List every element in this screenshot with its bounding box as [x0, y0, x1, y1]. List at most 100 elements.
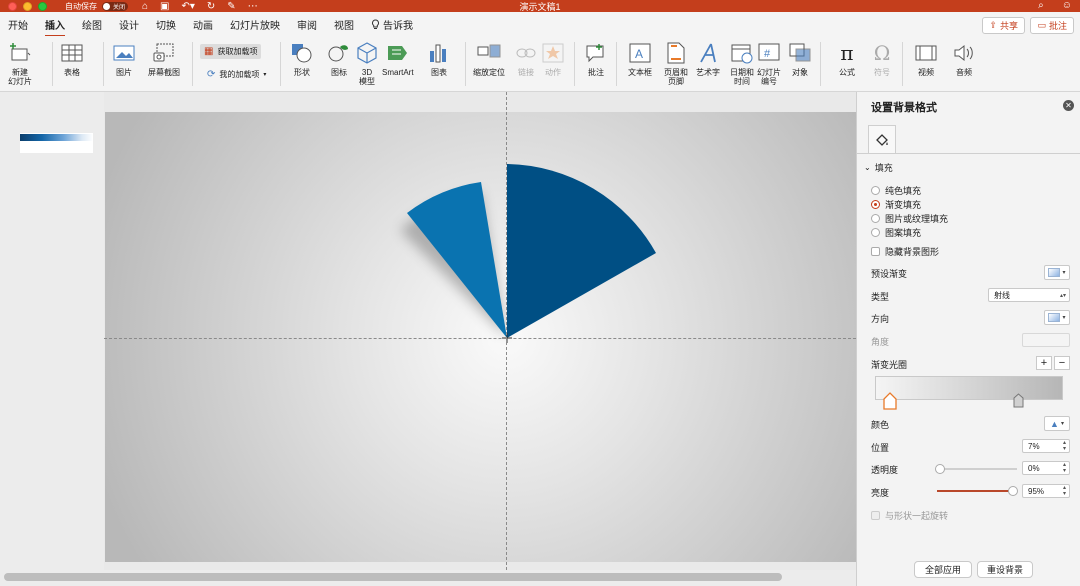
header-footer-button[interactable]: 页眉和 页脚 [664, 42, 688, 86]
angle-input[interactable] [1022, 333, 1070, 347]
gradient-stop-selected[interactable] [883, 392, 897, 410]
reset-background-button[interactable]: 重设背景 [977, 561, 1033, 578]
icons-button[interactable]: 图标 [327, 42, 351, 77]
fill-tab[interactable] [868, 125, 896, 153]
gradient-type-select[interactable]: 射线 ▴▾ [988, 288, 1070, 302]
vertical-guide[interactable] [506, 92, 507, 570]
table-button[interactable]: 表格 [60, 42, 84, 77]
pane-title: 设置背景格式 [871, 102, 937, 114]
my-addins-button[interactable]: ⟳ 我的加载项 ▾ [203, 67, 270, 82]
tab-design[interactable]: 设计 [119, 13, 139, 36]
ribbon-separator [616, 42, 617, 86]
tab-home[interactable]: 开始 [8, 13, 28, 36]
save-icon[interactable]: ▣ [160, 1, 169, 12]
preset-gradient-label: 预设渐变 [871, 269, 908, 279]
checkbox-box [871, 511, 880, 520]
format-icon[interactable]: ✎ [227, 1, 235, 12]
search-icon[interactable]: ⌕ [1038, 0, 1044, 11]
chevron-down-icon: ▾ [1062, 315, 1066, 321]
zoom-window-button[interactable] [38, 1, 47, 11]
gradient-stops-bar[interactable] [875, 376, 1063, 400]
transparency-slider-knob[interactable] [935, 464, 945, 474]
apply-to-all-button[interactable]: 全部应用 [914, 561, 972, 578]
radio-pattern-fill[interactable]: 图案填充 [871, 226, 921, 239]
3d-models-button[interactable]: 3D 模型 [355, 42, 379, 86]
tab-draw[interactable]: 绘图 [82, 13, 102, 36]
textbox-button[interactable]: A 文本框 [628, 42, 652, 77]
slide-canvas[interactable] [104, 92, 856, 570]
gradient-stop[interactable] [1013, 393, 1024, 408]
home-icon[interactable]: ⌂ [142, 1, 148, 12]
slide[interactable] [105, 112, 856, 562]
transparency-label: 透明度 [871, 465, 899, 475]
action-button[interactable]: 动作 [541, 42, 565, 77]
zoom-label: 缩放定位 [473, 68, 505, 77]
symbol-button[interactable]: Ω 符号 [870, 42, 894, 78]
ribbon-separator [574, 42, 575, 86]
profile-icon[interactable]: ☺ [1062, 0, 1072, 11]
transparency-slider[interactable] [935, 464, 1017, 474]
share-button[interactable]: ⇪ 共享 [982, 17, 1025, 34]
wordart-button[interactable]: 艺术字 [696, 42, 720, 77]
redo-icon[interactable]: ↻ [207, 1, 215, 12]
remove-stop-button[interactable]: − [1054, 356, 1070, 370]
brightness-slider[interactable] [937, 486, 1018, 496]
screenshot-button[interactable]: 屏幕截图 [148, 42, 180, 77]
tab-insert[interactable]: 插入 [45, 13, 65, 37]
autosave-label: 自动保存 [65, 1, 97, 11]
zoom-button[interactable]: 缩放定位 [473, 42, 505, 77]
slide-thumbnail[interactable] [20, 133, 93, 153]
wordart-icon [696, 42, 720, 64]
comments-button[interactable]: ▭ 批注 [1030, 17, 1074, 34]
undo-icon[interactable]: ↶▾ [182, 1, 195, 12]
action-label: 动作 [545, 68, 561, 77]
svg-text:A: A [635, 47, 643, 61]
get-addins-button[interactable]: ▦ 获取加载项 [200, 44, 262, 59]
close-icon[interactable]: ✕ [1063, 100, 1074, 111]
equation-button[interactable]: π 公式 [835, 42, 859, 78]
tab-slideshow[interactable]: 幻灯片放映 [230, 13, 280, 36]
transparency-stepper[interactable]: 0% ▴ ▾ [1022, 461, 1070, 475]
date-time-button[interactable]: 日期和 时间 [730, 42, 754, 86]
stepper-arrows-icon: ▴ ▾ [1062, 440, 1066, 452]
close-window-button[interactable] [8, 1, 17, 11]
brightness-slider-knob[interactable] [1008, 486, 1018, 496]
color-picker[interactable]: ▲ ▾ [1044, 416, 1070, 431]
fill-section-header[interactable]: ⌄ 填充 [864, 161, 893, 174]
screenshot-label: 屏幕截图 [148, 68, 180, 77]
scrollbar-thumb[interactable] [4, 573, 782, 581]
new-slide-button[interactable]: 新建 幻灯片 [8, 42, 32, 86]
radio-picture-fill[interactable]: 图片或纹理填充 [871, 212, 948, 225]
brightness-stepper[interactable]: 95% ▴ ▾ [1022, 484, 1070, 498]
radio-solid-fill[interactable]: 纯色填充 [871, 184, 921, 197]
tab-animations[interactable]: 动画 [193, 13, 213, 36]
direction-picker[interactable]: ▾ [1044, 310, 1070, 325]
video-button[interactable]: 视频 [914, 42, 938, 77]
picture-button[interactable]: 图片 [112, 42, 136, 77]
position-stepper[interactable]: 7% ▴ ▾ [1022, 439, 1070, 453]
smartart-button[interactable]: SmartArt [382, 42, 414, 77]
slide-number-button[interactable]: # 幻灯片 编号 [757, 42, 781, 86]
object-button[interactable]: 对象 [788, 42, 812, 77]
shapes-button[interactable]: 形状 [290, 42, 314, 77]
tab-transitions[interactable]: 切换 [156, 13, 176, 36]
horizontal-guide[interactable] [104, 338, 856, 339]
autosave-toggle[interactable]: 关闭 [102, 1, 128, 11]
link-button[interactable]: 链接 [514, 42, 538, 77]
preset-gradient-picker[interactable]: ▾ [1044, 265, 1070, 280]
add-stop-button[interactable]: + [1036, 356, 1052, 370]
audio-button[interactable]: 音频 [952, 42, 976, 77]
thumbnail-preview [20, 134, 93, 141]
calendar-icon [730, 42, 754, 64]
minimize-window-button[interactable] [23, 1, 32, 11]
chart-button[interactable]: 图表 [427, 42, 451, 77]
insert-comment-button[interactable]: 批注 [584, 42, 608, 77]
tab-review[interactable]: 审阅 [297, 13, 317, 36]
tab-view[interactable]: 视图 [334, 13, 354, 36]
horizontal-scrollbar[interactable] [0, 570, 856, 586]
tab-tell-me[interactable]: 告诉我 [371, 13, 413, 36]
radio-gradient-fill[interactable]: 渐变填充 [871, 198, 921, 211]
rotate-with-shape-checkbox[interactable]: 与形状一起旋转 [871, 509, 948, 522]
more-icon[interactable]: ⋯ [248, 1, 258, 12]
hide-background-graphics-checkbox[interactable]: 隐藏背景图形 [871, 245, 939, 258]
